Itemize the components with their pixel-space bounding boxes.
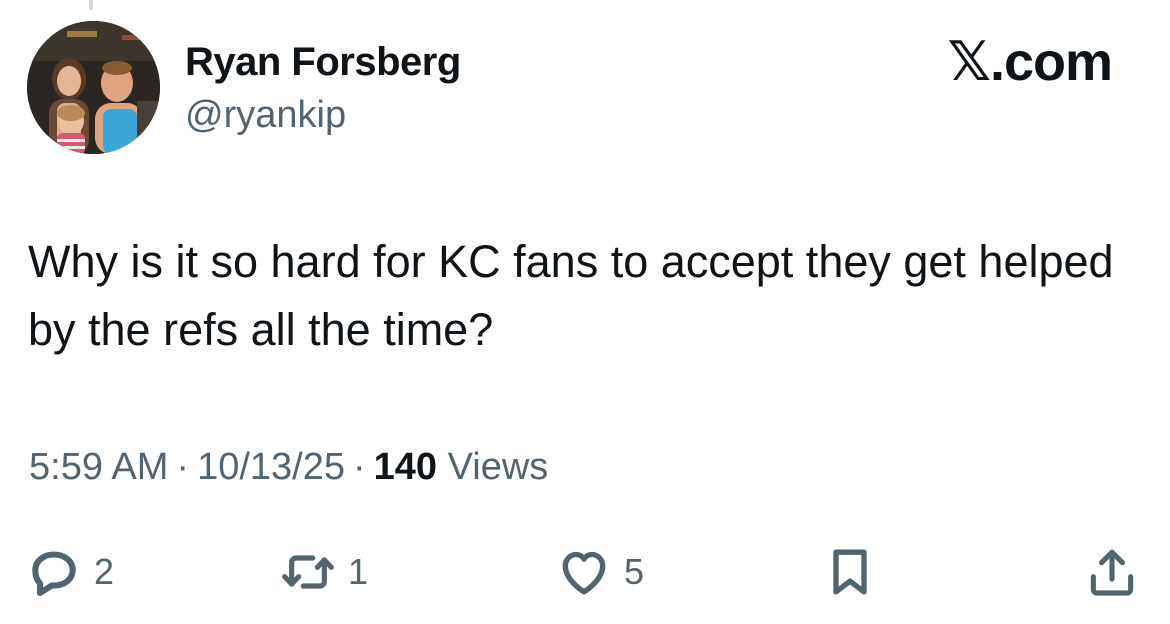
meta-separator: · — [176, 446, 190, 488]
bookmark-button[interactable] — [822, 540, 878, 604]
action-bar: 2 1 5 — [0, 540, 1170, 604]
reply-button[interactable]: 2 — [26, 540, 114, 604]
meta-separator: · — [353, 446, 366, 488]
tweet-meta: 5:59 AM · 10/13/25 · 140 Views — [29, 446, 548, 489]
tweet-date[interactable]: 10/13/25 — [197, 446, 345, 488]
tweet-card: Ryan Forsberg @ryankip 𝕏.com Why is it s… — [0, 0, 1170, 624]
share-button[interactable] — [1084, 540, 1140, 604]
reply-count: 2 — [94, 551, 115, 592]
share-icon — [1090, 549, 1134, 596]
repost-icon — [282, 555, 334, 589]
thread-connector-line — [89, 0, 93, 10]
reply-icon — [32, 551, 76, 597]
repost-count: 1 — [348, 551, 369, 592]
avatar-photo — [27, 21, 160, 154]
heart-icon — [562, 551, 606, 595]
repost-button[interactable]: 1 — [280, 540, 368, 604]
x-logo: 𝕏.com — [947, 32, 1113, 92]
like-count: 5 — [624, 551, 645, 592]
like-button[interactable]: 5 — [556, 540, 644, 604]
tweet-time[interactable]: 5:59 AM — [29, 446, 168, 488]
views-label: Views — [447, 446, 549, 488]
display-name[interactable]: Ryan Forsberg — [185, 40, 461, 85]
user-handle[interactable]: @ryankip — [185, 94, 346, 137]
avatar[interactable] — [27, 21, 160, 154]
views-count: 140 — [373, 446, 438, 488]
tweet-text: Why is it so hard for KC fans to accept … — [28, 236, 1114, 355]
bookmark-icon — [833, 549, 867, 595]
